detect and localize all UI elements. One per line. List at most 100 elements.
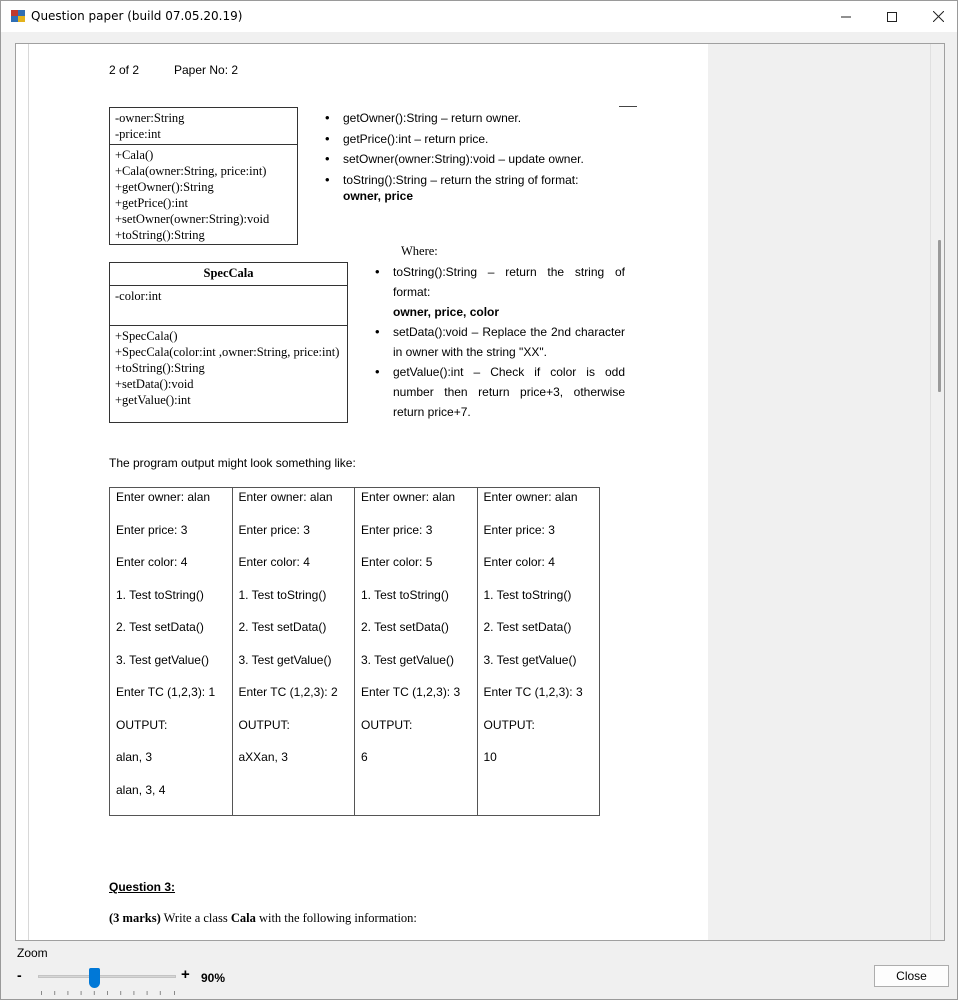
cala-attribute: -owner:String (115, 111, 185, 125)
note-format: owner, price, color (393, 305, 500, 319)
list-item: setData():void – Replace the 2nd charact… (373, 322, 625, 362)
output-line: 1. Test toString() (361, 587, 449, 602)
output-line: Enter price: 3 (483, 522, 555, 537)
output-line: Enter color: 4 (483, 555, 555, 569)
cala-method: +Cala() (115, 148, 154, 162)
output-line: alan, 3 (116, 750, 153, 764)
minimize-button[interactable] (823, 1, 869, 32)
output-line: 2. Test setData() (483, 620, 572, 634)
cala-format: owner, price (343, 189, 414, 203)
output-line: 6 (361, 750, 368, 764)
zoom-in-button[interactable]: + (181, 966, 190, 983)
output-line: OUTPUT: (116, 717, 168, 732)
table-row: Enter owner: alan Enter price: 3 Enter c… (109, 487, 600, 816)
list-item: getOwner():String – return owner. (323, 108, 623, 129)
output-line: Enter owner: alan (483, 490, 578, 504)
zoom-label: Zoom (17, 946, 48, 960)
cala-notes-list: getOwner():String – return owner. getPri… (323, 108, 623, 190)
cala-attributes: -owner:String -price:int (110, 108, 297, 144)
viewer-background (708, 44, 930, 940)
output-line: Enter color: 4 (238, 555, 310, 569)
output-line: 1. Test toString() (238, 587, 327, 602)
output-line: aXXan, 3 (238, 750, 288, 764)
cala-class-diagram: -owner:String -price:int +Cala() +Cala(o… (109, 107, 298, 245)
cala-method: +Cala(owner:String, price:int) (115, 164, 267, 178)
output-line: Enter owner: alan (116, 490, 211, 504)
zoom-out-button[interactable]: - (17, 967, 22, 983)
note-text: setData():void – Replace the 2nd charact… (393, 325, 625, 359)
output-line: 10 (483, 750, 497, 764)
output-line: Enter TC (1,2,3): 3 (361, 685, 461, 699)
speccala-class-diagram: SpecCala -color:int +SpecCala() +SpecCal… (109, 262, 348, 423)
output-line: Enter price: 3 (238, 522, 310, 537)
speccala-attributes: -color:int (110, 285, 347, 325)
output-intro: The program output might look something … (109, 456, 356, 470)
output-line: 1. Test toString() (483, 587, 572, 602)
list-item: getValue():int – Check if color is odd n… (373, 362, 625, 422)
app-icon (11, 10, 25, 22)
close-icon (932, 11, 944, 22)
output-line: 2. Test setData() (238, 620, 327, 634)
output-line: 2. Test setData() (361, 620, 449, 634)
output-line: Enter color: 5 (361, 555, 433, 569)
output-line: OUTPUT: (238, 717, 290, 732)
title-bar: Question paper (build 07.05.20.19) (1, 1, 957, 32)
list-item: toString():String – return the string of… (373, 262, 625, 322)
paper-page: 2 of 2 Paper No: 2 -owner:String -price:… (28, 44, 708, 940)
speccala-method: +SpecCala(color:int ,owner:String, price… (115, 345, 340, 359)
output-column: Enter owner: alan Enter price: 3 Enter c… (476, 487, 600, 816)
output-line: OUTPUT: (361, 717, 413, 732)
output-line: Enter price: 3 (116, 522, 188, 537)
cala-attribute: -price:int (115, 127, 161, 141)
speccala-attribute: -color:int (115, 289, 162, 303)
zoom-slider-thumb[interactable] (88, 968, 100, 988)
list-item: getPrice():int – return price. (323, 129, 623, 150)
output-column: Enter owner: alan Enter price: 3 Enter c… (109, 487, 233, 816)
speccala-methods: +SpecCala() +SpecCala(color:int ,owner:S… (110, 325, 347, 410)
question-title: Question 3: (109, 880, 176, 894)
output-line: Enter owner: alan (238, 490, 333, 504)
slider-ticks (41, 991, 175, 995)
window-title: Question paper (build 07.05.20.19) (31, 9, 243, 23)
maximize-button[interactable] (869, 1, 915, 32)
question-class-name: Cala (230, 911, 256, 925)
close-button[interactable]: Close (874, 965, 949, 987)
output-line: 3. Test getValue() (361, 652, 454, 667)
output-line: Enter TC (1,2,3): 2 (238, 685, 338, 699)
output-line: Enter TC (1,2,3): 3 (483, 685, 583, 699)
question-text-part: with the following information: (255, 911, 417, 925)
question-text: (3 marks) Write a class Cala with the fo… (109, 911, 417, 926)
divider (619, 106, 637, 107)
output-line: 3. Test getValue() (116, 652, 209, 667)
output-line: OUTPUT: (483, 717, 535, 732)
speccala-method: +setData():void (115, 377, 194, 391)
output-line: 2. Test setData() (116, 620, 204, 634)
list-item: setOwner(owner:String):void – update own… (323, 149, 623, 170)
output-line: 3. Test getValue() (483, 652, 577, 667)
cala-method: +getOwner():String (115, 180, 214, 194)
list-item: toString():String – return the string of… (323, 170, 623, 191)
zoom-slider[interactable] (38, 975, 176, 978)
zoom-value: 90% (201, 971, 226, 985)
scrollbar-thumb[interactable] (938, 240, 941, 392)
maximize-icon (887, 11, 897, 22)
document-viewer[interactable]: 2 of 2 Paper No: 2 -owner:String -price:… (15, 43, 945, 941)
output-column: Enter owner: alan Enter price: 3 Enter c… (354, 487, 478, 816)
speccala-method: +toString():String (115, 361, 205, 375)
speccala-notes-list: toString():String – return the string of… (373, 262, 625, 422)
output-line: Enter price: 3 (361, 522, 433, 537)
note-text: toString():String – return the string of… (393, 265, 625, 299)
output-line: 1. Test toString() (116, 587, 204, 602)
note-text: getValue():int – Check if color is odd n… (393, 365, 625, 419)
question-marks: (3 marks) (109, 911, 161, 925)
output-column: Enter owner: alan Enter price: 3 Enter c… (231, 487, 355, 816)
minimize-icon (841, 16, 851, 17)
vertical-scrollbar[interactable] (930, 44, 944, 940)
question-paper-window: Question paper (build 07.05.20.19) 2 of … (0, 0, 958, 1000)
output-line: Enter color: 4 (116, 555, 188, 569)
close-window-button[interactable] (915, 1, 958, 32)
paper-number: Paper No: 2 (174, 63, 239, 77)
output-line: Enter TC (1,2,3): 1 (116, 685, 216, 699)
page-label: 2 of 2 (109, 63, 140, 77)
output-line: alan, 3, 4 (116, 782, 166, 797)
